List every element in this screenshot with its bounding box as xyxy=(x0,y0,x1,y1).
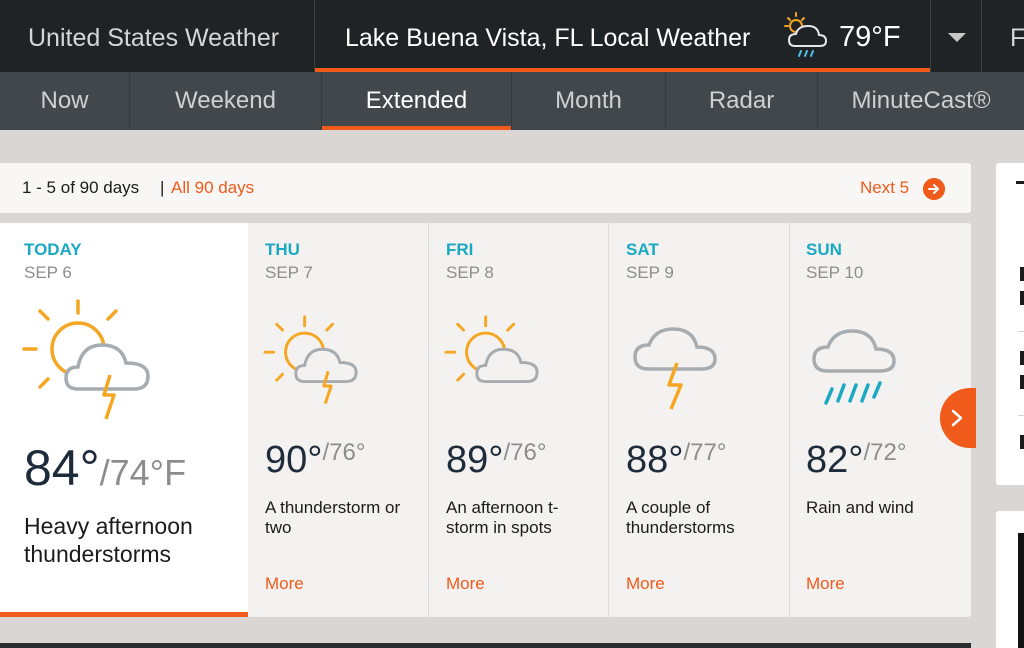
side-panel-text-fragment xyxy=(1020,351,1024,365)
country-weather-tab[interactable]: United States Weather xyxy=(0,0,314,72)
forecast-description: A thunderstorm or two xyxy=(265,498,401,538)
more-link[interactable]: More xyxy=(446,574,485,594)
sun-cloud-icon xyxy=(444,315,539,384)
forecast-description: Heavy afternoon thunderstorms xyxy=(24,513,193,567)
forecast-description: Rain and wind xyxy=(806,498,914,517)
tab-month[interactable]: Month xyxy=(512,72,666,130)
sun-cloud-lightning-icon xyxy=(22,299,150,420)
tab-now[interactable]: Now xyxy=(0,72,130,130)
high-temperature: 82°/72° xyxy=(806,439,906,482)
side-panel-divider xyxy=(1018,415,1024,416)
chevron-right-icon xyxy=(951,409,963,427)
low-temp-value: /77° xyxy=(683,439,727,466)
more-link[interactable]: More xyxy=(626,574,665,594)
high-temp-value: 82° xyxy=(806,439,864,481)
forecast-subnav: Now Weekend Extended Month Radar MinuteC… xyxy=(0,72,1024,130)
sun-cloud-lightning-icon xyxy=(263,315,358,405)
side-panel-text-fragment xyxy=(1020,375,1024,389)
day-label: SUN xyxy=(806,240,842,259)
side-panel-title-fragment xyxy=(1016,181,1024,184)
forecast-card-sat[interactable]: SAT SEP 9 88°/77° A couple of thundersto… xyxy=(609,223,790,617)
low-temp-value: /72° xyxy=(863,439,907,466)
forecast-cards: TODAY SEP 6 84°/74°F Heavy afternoon thu… xyxy=(0,223,971,617)
day-label: THU xyxy=(265,240,300,259)
forecast-card-fri[interactable]: FRI SEP 8 89°/76° An afternoon t-storm i… xyxy=(429,223,609,617)
day-label: TODAY xyxy=(24,240,82,259)
tab-minutecast[interactable]: MinuteCast® xyxy=(818,72,1024,130)
arrow-right-circle-icon[interactable] xyxy=(923,178,945,200)
forecast-card-thu[interactable]: THU SEP 7 90°/76° A thunderstorm or two … xyxy=(248,223,429,617)
location-title: Lake Buena Vista, FL Local Weather xyxy=(345,24,751,52)
date-label: SEP 6 xyxy=(24,263,72,282)
range-separator: | xyxy=(160,178,165,197)
active-card-indicator xyxy=(0,612,248,617)
high-temp-value: 84° xyxy=(24,440,100,496)
clipped-tab[interactable]: F xyxy=(1010,0,1024,76)
cloud-rain-icon xyxy=(812,329,896,405)
side-ad-image xyxy=(1018,533,1024,648)
high-temp-value: 90° xyxy=(265,439,323,481)
low-temp-value: /74°F xyxy=(99,452,187,493)
side-ad-panel xyxy=(996,511,1024,648)
sun-cloud-rain-icon xyxy=(784,12,828,57)
bottom-strip xyxy=(0,643,971,648)
high-temperature: 84°/74°F xyxy=(24,439,186,497)
day-label: FRI xyxy=(446,240,474,259)
side-panel xyxy=(996,163,1024,485)
side-panel-text-fragment xyxy=(1020,435,1024,449)
location-dropdown-button[interactable] xyxy=(930,0,982,72)
side-panel-text-fragment xyxy=(1020,267,1024,281)
current-temperature: 79°F xyxy=(839,21,901,53)
more-link[interactable]: More xyxy=(265,574,304,594)
forecast-card-today[interactable]: TODAY SEP 6 84°/74°F Heavy afternoon thu… xyxy=(0,223,248,617)
range-text: 1 - 5 of 90 days xyxy=(22,178,140,197)
tab-weekend[interactable]: Weekend xyxy=(130,72,322,130)
next-5-link[interactable]: Next 5 xyxy=(860,163,909,213)
more-link[interactable]: More xyxy=(806,574,845,594)
tab-extended[interactable]: Extended xyxy=(322,72,512,130)
date-label: SEP 10 xyxy=(806,263,864,282)
cloud-lightning-icon xyxy=(633,327,717,410)
low-temp-value: /76° xyxy=(503,439,547,466)
all-90-days-link[interactable]: All 90 days xyxy=(171,163,254,213)
location-weather-tab[interactable]: Lake Buena Vista, FL Local Weather 79°F xyxy=(314,0,931,72)
high-temperature: 89°/76° xyxy=(446,439,546,482)
side-panel-text-fragment xyxy=(1020,291,1024,305)
high-temperature: 88°/77° xyxy=(626,439,726,482)
top-bar: United States Weather Lake Buena Vista, … xyxy=(0,0,1024,72)
date-label: SEP 8 xyxy=(446,263,494,282)
side-panel-divider xyxy=(1018,331,1024,332)
range-bar: 1 - 5 of 90 days | All 90 days Next 5 xyxy=(0,163,971,213)
date-label: SEP 7 xyxy=(265,263,313,282)
tab-radar[interactable]: Radar xyxy=(666,72,818,130)
forecast-description: An afternoon t-storm in spots xyxy=(446,498,559,538)
day-label: SAT xyxy=(626,240,659,259)
high-temp-value: 89° xyxy=(446,439,504,481)
low-temp-value: /76° xyxy=(322,439,366,466)
date-label: SEP 9 xyxy=(626,263,674,282)
high-temp-value: 88° xyxy=(626,439,684,481)
chevron-down-icon xyxy=(948,33,966,42)
high-temperature: 90°/76° xyxy=(265,439,365,482)
forecast-description: A couple of thunderstorms xyxy=(626,498,735,538)
